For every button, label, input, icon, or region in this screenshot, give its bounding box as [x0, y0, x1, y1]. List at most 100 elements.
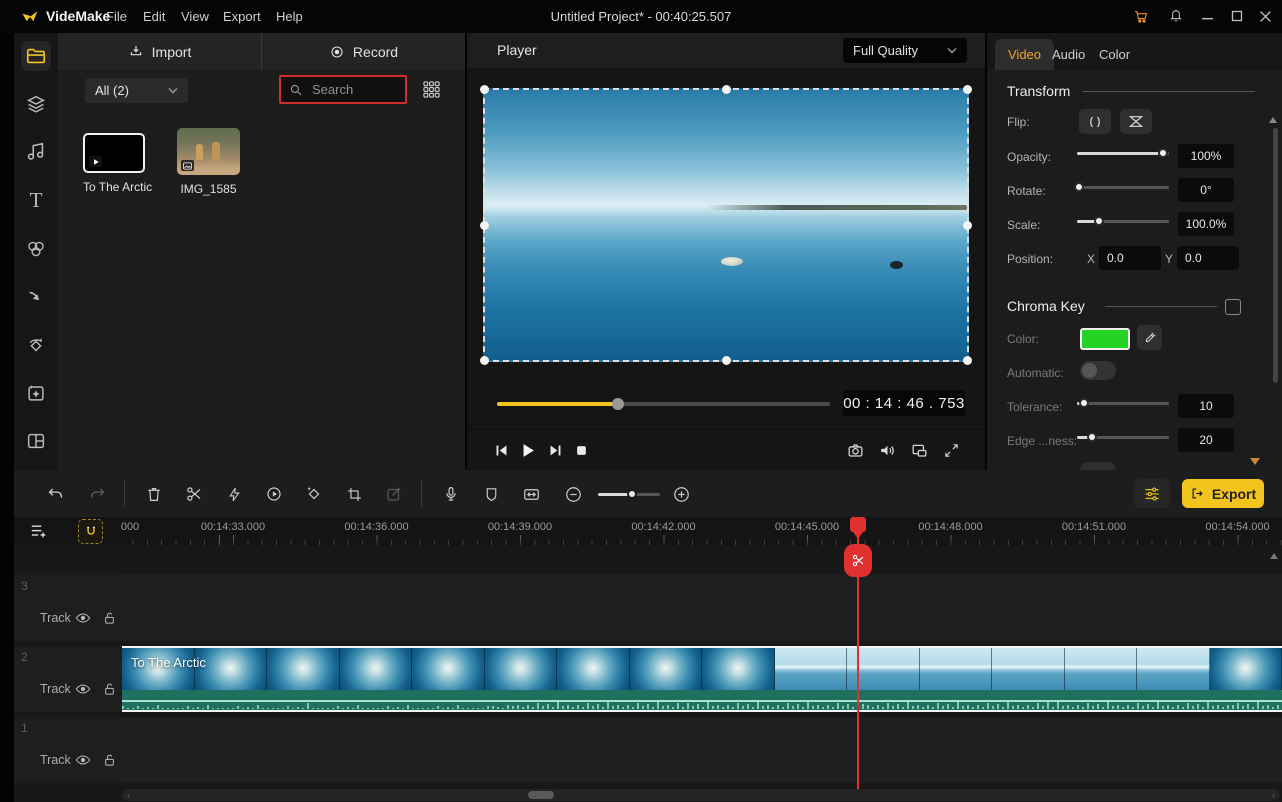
resize-handle[interactable] [963, 221, 972, 230]
redo-icon[interactable] [86, 483, 108, 505]
stop-button[interactable] [569, 438, 593, 462]
playback-progress-slider[interactable] [497, 398, 830, 410]
tab-import[interactable]: Import [58, 33, 261, 70]
properties-scrollbar[interactable] [1273, 128, 1278, 383]
cart-icon[interactable] [1130, 6, 1152, 26]
volume-icon[interactable] [875, 438, 899, 462]
scale-value[interactable] [1178, 212, 1234, 236]
search-input[interactable] [310, 81, 394, 98]
transitions-icon[interactable] [21, 282, 51, 312]
resize-handle[interactable] [963, 85, 972, 94]
edge-thickness-value[interactable] [1178, 428, 1234, 452]
scale-slider[interactable] [1077, 215, 1169, 227]
timeline-ruler[interactable]: 00000:14:33.00000:14:36.00000:14:39.0000… [120, 517, 1282, 545]
text-tool-icon[interactable]: T [21, 185, 51, 215]
media-item-image[interactable]: IMG_1585 [177, 128, 240, 196]
adjust-settings-icon[interactable] [1134, 479, 1170, 508]
zoom-out-icon[interactable] [562, 483, 584, 505]
stock-layers-icon[interactable] [21, 89, 51, 119]
fullscreen-icon[interactable] [939, 438, 963, 462]
track-row-3[interactable] [120, 575, 1282, 641]
chroma-color-swatch[interactable] [1080, 328, 1130, 350]
split-scissors-icon[interactable] [183, 483, 205, 505]
bell-icon[interactable] [1165, 6, 1187, 26]
track-lock-icon[interactable] [100, 681, 118, 697]
minimize-icon[interactable] [1196, 6, 1218, 26]
keyframe-icon[interactable] [303, 483, 325, 505]
pip-icon[interactable] [907, 438, 931, 462]
resize-handle[interactable] [480, 221, 489, 230]
undo-icon[interactable] [44, 483, 66, 505]
export-button[interactable]: Export [1182, 479, 1264, 508]
scroll-left-icon[interactable]: ‹ [127, 790, 130, 800]
menu-file[interactable]: File [106, 9, 127, 24]
voiceover-mic-icon[interactable] [440, 483, 462, 505]
scroll-right-icon[interactable]: › [1272, 790, 1275, 800]
audio-music-icon[interactable] [21, 137, 51, 167]
timeline-zoom-slider[interactable] [598, 488, 660, 500]
grid-view-icon[interactable] [423, 81, 440, 98]
scroll-up-icon[interactable] [1269, 117, 1277, 123]
timeline-scroll-up-icon[interactable] [1270, 553, 1278, 559]
resize-handle[interactable] [963, 356, 972, 365]
track-visibility-eye-icon[interactable] [74, 610, 92, 626]
position-y-field[interactable] [1177, 246, 1239, 270]
cut-scissors-badge[interactable] [844, 544, 872, 577]
close-icon[interactable] [1254, 6, 1276, 26]
filters-icon[interactable] [21, 234, 51, 264]
track-lock-icon[interactable] [100, 752, 118, 768]
playhead-marker[interactable] [850, 517, 866, 532]
zoom-in-icon[interactable] [670, 483, 692, 505]
marker-shield-icon[interactable] [480, 483, 502, 505]
maximize-icon[interactable] [1226, 6, 1248, 26]
resize-handle[interactable] [480, 356, 489, 365]
speed-bolt-icon[interactable] [223, 483, 245, 505]
snap-magnet-icon[interactable] [78, 519, 103, 544]
next-frame-button[interactable] [543, 438, 567, 462]
track-row-1[interactable] [120, 717, 1282, 783]
resize-handle[interactable] [480, 85, 489, 94]
edit-icon[interactable] [383, 483, 405, 505]
tolerance-value[interactable] [1178, 394, 1234, 418]
play-button[interactable] [515, 438, 539, 462]
fit-timeline-icon[interactable] [520, 483, 542, 505]
tolerance-slider[interactable] [1077, 397, 1169, 409]
opacity-slider[interactable] [1077, 147, 1169, 159]
media-item-video[interactable]: To The Arctic [83, 133, 145, 194]
menu-help[interactable]: Help [276, 9, 303, 24]
flip-horizontal-button[interactable] [1079, 109, 1111, 134]
rotate-value[interactable] [1178, 178, 1234, 202]
split-screen-icon[interactable] [21, 426, 51, 456]
chroma-key-checkbox[interactable] [1225, 299, 1241, 315]
rotate-slider[interactable] [1077, 181, 1169, 193]
crop-icon[interactable] [343, 483, 365, 505]
scrollbar-thumb[interactable] [528, 791, 554, 799]
flip-vertical-button[interactable] [1120, 109, 1152, 134]
delete-trash-icon[interactable] [143, 483, 165, 505]
track-visibility-eye-icon[interactable] [74, 681, 92, 697]
menu-export[interactable]: Export [223, 9, 261, 24]
playback-speed-icon[interactable] [263, 483, 285, 505]
media-filter-dropdown[interactable]: All (2) [85, 78, 188, 103]
track-lock-icon[interactable] [100, 610, 118, 626]
opacity-value[interactable] [1178, 144, 1234, 168]
progress-knob[interactable] [612, 398, 624, 410]
scroll-down-icon[interactable] [1250, 458, 1260, 465]
eyedropper-icon[interactable] [1137, 325, 1162, 350]
add-track-icon[interactable] [28, 520, 50, 542]
edge-thickness-slider[interactable] [1077, 431, 1169, 443]
quality-dropdown[interactable]: Full Quality [843, 38, 967, 63]
resize-handle[interactable] [722, 356, 731, 365]
timeline-horizontal-scrollbar[interactable]: ‹ › [122, 789, 1280, 801]
timeline-clip[interactable]: To The Arctic [122, 646, 1282, 712]
position-x-field[interactable] [1099, 246, 1161, 270]
snapshot-camera-icon[interactable] [843, 438, 867, 462]
track-visibility-eye-icon[interactable] [74, 752, 92, 768]
media-folder-icon[interactable] [21, 41, 51, 71]
resize-handle[interactable] [722, 85, 731, 94]
menu-edit[interactable]: Edit [143, 9, 165, 24]
track-row-2[interactable]: To The Arctic [120, 646, 1282, 712]
motion-icon[interactable] [21, 330, 51, 360]
tab-color[interactable]: Color [1086, 39, 1143, 70]
video-preview-canvas[interactable] [483, 88, 969, 362]
